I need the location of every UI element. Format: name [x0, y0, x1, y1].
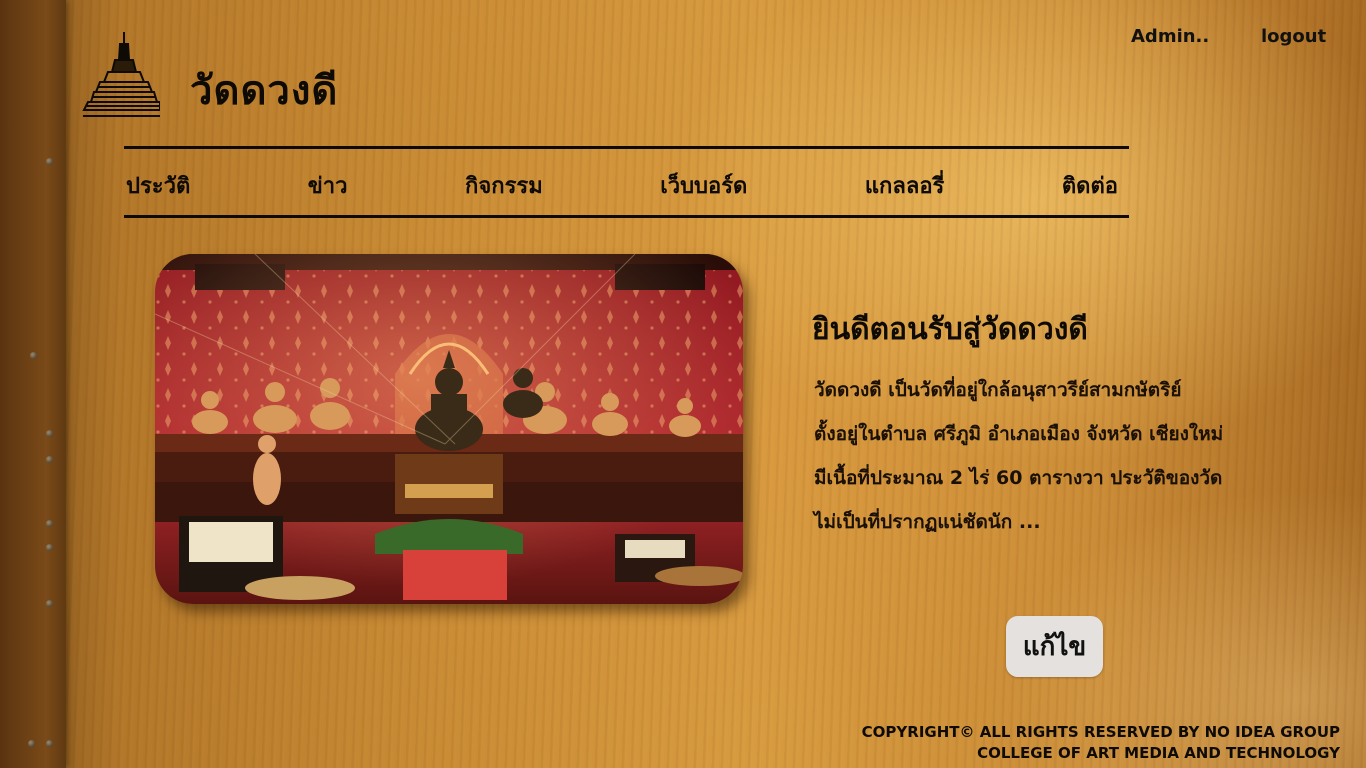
- intro-line: ไม่เป็นที่ปรากฏแน่ชัดนัก ...: [814, 511, 1041, 533]
- site-title: วัดดวงดี: [190, 68, 339, 114]
- intro-line: มีเนื้อที่ประมาณ 2 ไร่ 60 ตารางวา ประวัต…: [814, 467, 1223, 489]
- rivet: [46, 544, 53, 551]
- rivet: [46, 158, 53, 165]
- rivet: [28, 740, 35, 747]
- nav-item-contact[interactable]: ติดต่อ: [1060, 168, 1120, 203]
- footer: COPYRIGHT© ALL RIGHTS RESERVED BY NO IDE…: [862, 722, 1340, 764]
- rivet: [46, 430, 53, 437]
- stupa-icon[interactable]: [82, 30, 161, 122]
- nav-item-gallery[interactable]: แกลลอรี่: [863, 168, 947, 203]
- welcome-heading: ยินดีตอนรับสู่วัดดวงดี: [812, 312, 1088, 347]
- rivet: [30, 352, 37, 359]
- admin-link[interactable]: Admin..: [1131, 26, 1209, 47]
- rivet: [46, 520, 53, 527]
- logout-link[interactable]: logout: [1261, 26, 1326, 47]
- nav-item-history[interactable]: ประวัติ: [124, 168, 192, 203]
- nav-divider-bottom: [124, 215, 1129, 218]
- rivet: [46, 600, 53, 607]
- intro-line: วัดดวงดี เป็นวัดที่อยู่ใกล้อนุสาวรีย์สาม…: [814, 379, 1182, 401]
- college-text: COLLEGE OF ART MEDIA AND TECHNOLOGY: [977, 744, 1340, 762]
- left-wood-strip: [0, 0, 66, 768]
- intro-line: ตั้งอยู่ในตำบล ศรีภูมิ อำเภอเมือง จังหวั…: [814, 423, 1224, 445]
- copyright-text: COPYRIGHT© ALL RIGHTS RESERVED BY NO IDE…: [861, 723, 1340, 741]
- rivet: [46, 740, 53, 747]
- nav-item-activities[interactable]: กิจกรรม: [463, 168, 545, 203]
- temple-interior-photo: [155, 254, 743, 604]
- nav-item-news[interactable]: ข่าว: [306, 168, 350, 203]
- rivet: [46, 456, 53, 463]
- nav-divider-top: [124, 146, 1129, 149]
- intro-text: วัดดวงดี เป็นวัดที่อยู่ใกล้อนุสาวรีย์สาม…: [814, 368, 1334, 544]
- nav-item-webboard[interactable]: เว็บบอร์ด: [658, 168, 749, 203]
- edit-button[interactable]: แก้ไข: [1006, 616, 1103, 677]
- main-nav: ประวัติ ข่าว กิจกรรม เว็บบอร์ด แกลลอรี่ …: [124, 160, 1120, 210]
